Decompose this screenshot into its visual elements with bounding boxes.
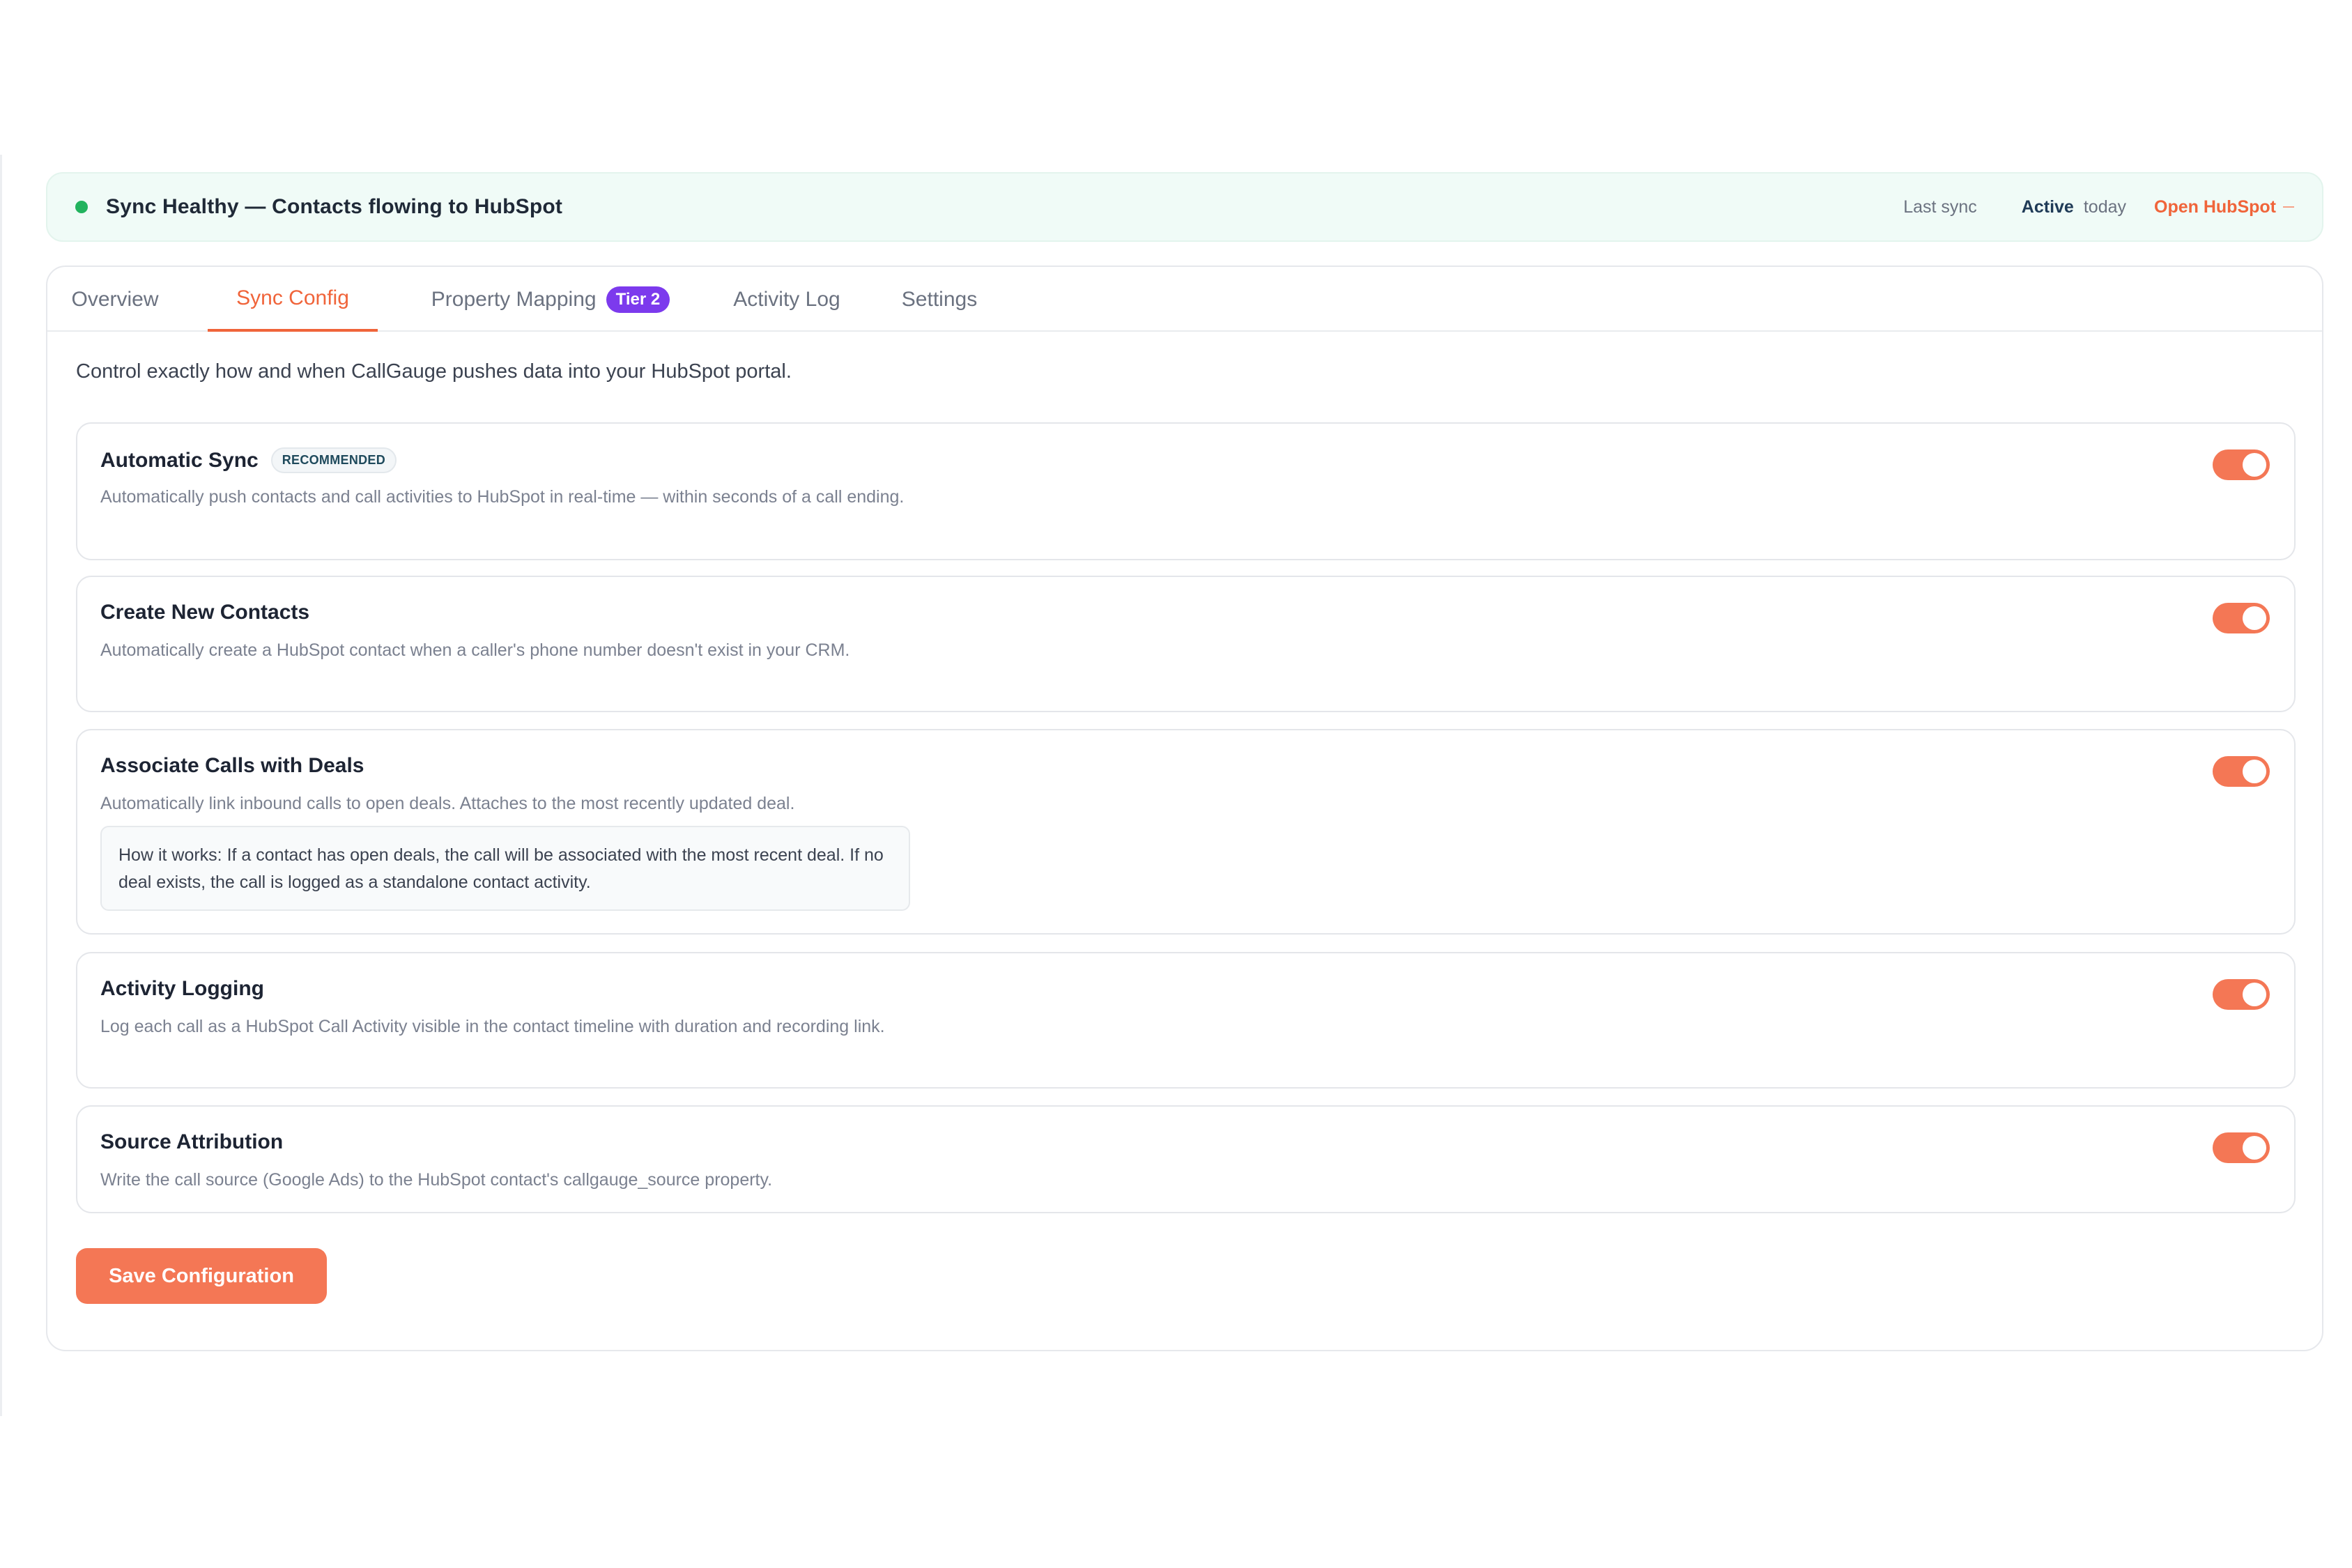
tab-label: Property Mapping — [431, 287, 597, 311]
tab-label: Sync Config — [236, 286, 349, 309]
setting-title: Create New Contacts — [100, 601, 309, 624]
tab-property-mapping[interactable]: Property Mapping Tier 2 — [397, 267, 704, 332]
create-new-contacts-toggle[interactable] — [2213, 603, 2270, 633]
tab-sync-config[interactable]: Sync Config — [208, 267, 378, 332]
setting-description: Log each call as a HubSpot Call Activity… — [100, 1017, 885, 1036]
tab-settings[interactable]: Settings — [884, 267, 995, 332]
tab-label: Overview — [71, 287, 159, 311]
setting-source-attribution: Source Attribution Write the call source… — [76, 1105, 2296, 1213]
setting-title: Automatic Sync RECOMMENDED — [100, 447, 397, 473]
tier-badge: Tier 2 — [606, 286, 670, 313]
setting-title-text: Automatic Sync — [100, 448, 259, 472]
tab-label: Activity Log — [733, 287, 840, 311]
setting-create-new-contacts: Create New Contacts Automatically create… — [76, 576, 2296, 712]
automatic-sync-toggle[interactable] — [2213, 449, 2270, 480]
active-status-label: Active — [2021, 197, 2074, 217]
setting-title-text: Source Attribution — [100, 1130, 284, 1153]
last-sync-time: today — [2083, 197, 2127, 217]
recommended-badge: RECOMMENDED — [270, 447, 397, 473]
activity-logging-toggle[interactable] — [2213, 979, 2270, 1010]
status-indicator-dot — [75, 201, 88, 213]
toggle-knob — [2243, 1136, 2266, 1160]
setting-activity-logging: Activity Logging Log each call as a HubS… — [76, 952, 2296, 1089]
setting-description: Automatically push contacts and call act… — [100, 487, 905, 507]
setting-description: Automatically link inbound calls to open… — [100, 794, 795, 813]
how-it-works-note: How it works: If a contact has open deal… — [100, 826, 910, 911]
open-hubspot-label: Open HubSpot — [2154, 197, 2276, 217]
setting-associate-calls-with-deals: Associate Calls with Deals Automatically… — [76, 729, 2296, 935]
tab-overview[interactable]: Overview — [68, 267, 162, 332]
save-configuration-button[interactable]: Save Configuration — [76, 1248, 327, 1304]
integration-card: Overview Sync Config Property Mapping Ti… — [46, 266, 2323, 1351]
setting-description: Automatically create a HubSpot contact w… — [100, 640, 850, 660]
intro-text: Control exactly how and when CallGauge p… — [76, 360, 792, 383]
source-attribution-toggle[interactable] — [2213, 1132, 2270, 1163]
setting-title: Source Attribution — [100, 1130, 283, 1154]
toggle-knob — [2243, 760, 2266, 783]
toggle-knob — [2243, 453, 2266, 477]
setting-title-text: Activity Logging — [100, 977, 264, 1000]
open-hubspot-link[interactable]: Open HubSpot — [2154, 197, 2294, 217]
setting-title-text: Associate Calls with Deals — [100, 754, 364, 777]
tab-bar: Overview Sync Config Property Mapping Ti… — [47, 267, 2322, 332]
sync-status-text: Sync Healthy — Contacts flowing to HubSp… — [106, 195, 563, 218]
external-link-icon — [2283, 206, 2294, 208]
last-sync-label: Last sync — [1903, 197, 1977, 217]
sync-meta: Last sync Active today Open HubSpot — [1903, 197, 2294, 217]
associate-deals-toggle[interactable] — [2213, 756, 2270, 787]
page-left-border — [0, 155, 2, 1416]
toggle-knob — [2243, 983, 2266, 1006]
setting-title: Activity Logging — [100, 977, 264, 1001]
sync-status-banner: Sync Healthy — Contacts flowing to HubSp… — [46, 172, 2323, 242]
tab-activity-log[interactable]: Activity Log — [721, 267, 853, 332]
setting-automatic-sync: Automatic Sync RECOMMENDED Automatically… — [76, 422, 2296, 560]
tab-label: Settings — [901, 287, 978, 311]
setting-title: Associate Calls with Deals — [100, 754, 364, 778]
setting-title-text: Create New Contacts — [100, 601, 310, 624]
toggle-knob — [2243, 606, 2266, 630]
setting-description: Write the call source (Google Ads) to th… — [100, 1170, 773, 1190]
